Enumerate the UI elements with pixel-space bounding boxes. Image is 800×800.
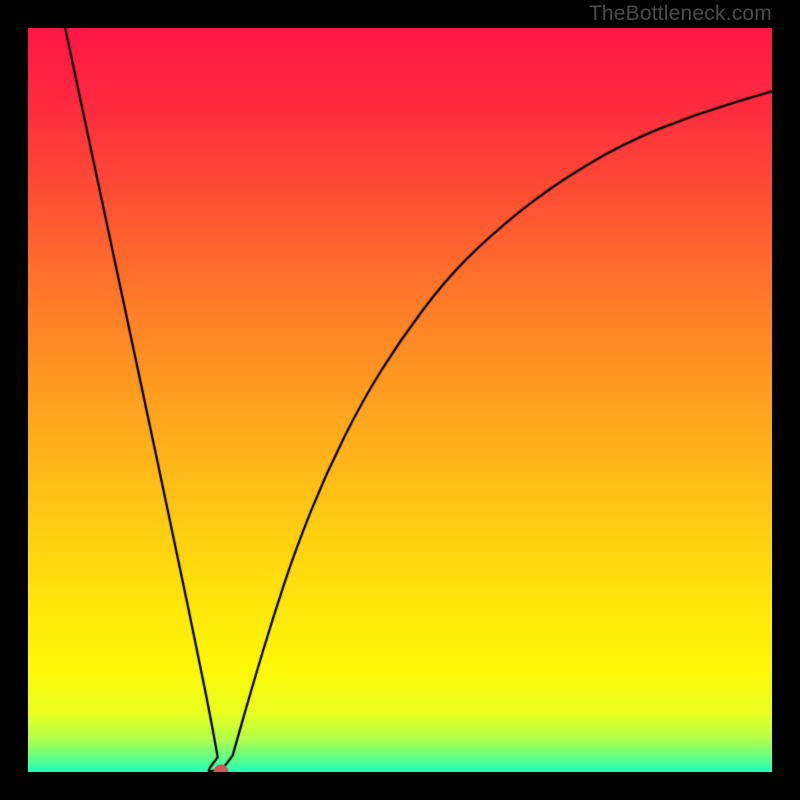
chart-frame: TheBottleneck.com xyxy=(0,0,800,800)
bottleneck-curve xyxy=(28,28,772,772)
watermark-text: TheBottleneck.com xyxy=(589,2,772,26)
plot-area xyxy=(28,28,772,772)
